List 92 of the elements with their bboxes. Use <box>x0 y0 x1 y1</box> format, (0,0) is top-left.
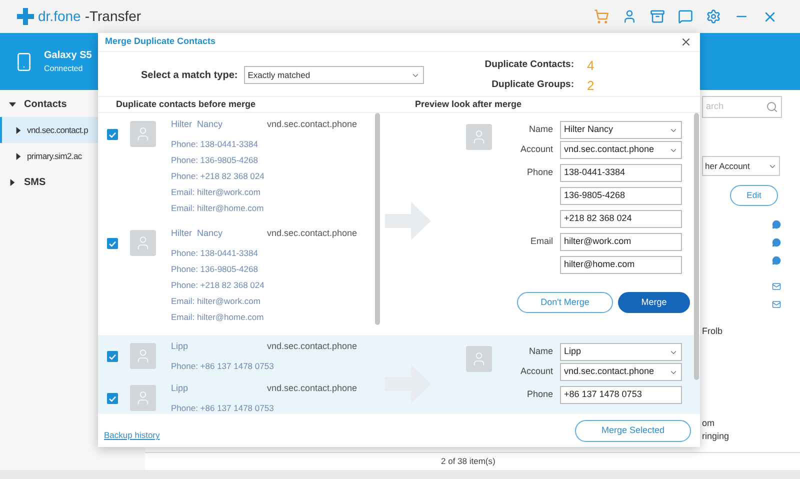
field-label: Phone <box>526 166 553 180</box>
person-icon <box>135 235 151 251</box>
mail-icon <box>772 282 781 291</box>
list-text: om <box>702 416 716 430</box>
contact-name: Lipp <box>171 382 190 396</box>
stat-value: 2 <box>586 76 596 95</box>
scrollbar-thumb[interactable] <box>694 113 699 380</box>
mail-icon <box>772 300 781 309</box>
search-icon <box>766 101 778 113</box>
contact-detail: Phone: 136-9805-4268 <box>171 154 259 167</box>
cart-icon[interactable] <box>594 9 609 24</box>
column-heading: Preview look after merge <box>415 98 522 111</box>
checkbox[interactable] <box>107 238 118 249</box>
user-icon[interactable] <box>622 9 637 24</box>
account-label: vnd.sec.contact.phone <box>267 382 358 396</box>
chat-icon[interactable] <box>678 9 693 24</box>
field-label: Name <box>528 345 553 358</box>
account-label: vnd.sec.contact.phone <box>267 340 358 354</box>
person-icon <box>471 351 487 367</box>
field-label: Phone <box>526 388 553 402</box>
contact-name: Lipp <box>171 340 190 354</box>
stat-value: 4 <box>586 56 596 75</box>
person-icon <box>135 348 151 364</box>
contact-name: Hilter Nancy <box>171 118 224 132</box>
column-heading: Duplicate contacts before merge <box>116 98 257 111</box>
match-type-select[interactable]: Exactly matched <box>244 66 424 84</box>
status-bar: 2 of 38 item(s) <box>145 452 800 470</box>
account-label: vnd.sec.contact.phone <box>267 227 358 240</box>
check-icon <box>109 240 116 246</box>
contact-detail: Phone: 136-9805-4268 <box>171 262 259 276</box>
list-text: ringing <box>702 430 730 443</box>
caret-icon[interactable] <box>15 126 22 134</box>
input-field[interactable]: 136-9805-4268 <box>560 187 682 205</box>
scrollbar-thumb[interactable] <box>375 113 380 325</box>
account-select[interactable]: her Account <box>702 156 780 176</box>
contact-detail: Phone: 138-0441-3384 <box>171 246 259 260</box>
caret-icon[interactable] <box>9 178 16 186</box>
field-label: Account <box>520 143 553 156</box>
field-label: Email <box>530 235 553 248</box>
dont-merge-button[interactable]: Don't Merge <box>517 292 613 313</box>
checkbox[interactable] <box>107 129 118 140</box>
list-text: Frolb <box>702 325 724 338</box>
field-label: Account <box>520 365 553 378</box>
stat-label: Duplicate Groups: <box>492 78 574 92</box>
caret-icon[interactable] <box>9 100 16 108</box>
app-title: -Transfer <box>84 7 142 26</box>
select-field[interactable]: vnd.sec.contact.phone <box>560 363 682 381</box>
sidebar-item[interactable]: SMS <box>0 169 145 195</box>
caret-icon[interactable] <box>15 152 22 160</box>
contact-detail: Phone: 138-0441-3384 <box>171 138 259 151</box>
person-icon <box>135 390 151 406</box>
backup-history-link[interactable]: Backup history <box>104 429 160 442</box>
checkbox[interactable] <box>107 393 118 404</box>
sidebar-item[interactable]: primary.sim2.ac <box>0 143 145 169</box>
person-icon <box>135 126 151 142</box>
contact-detail: Email: hilter@home.com <box>171 202 265 215</box>
contact-detail: Phone: +218 82 368 024 <box>171 170 266 183</box>
stat-label: Duplicate Contacts: <box>484 58 574 72</box>
select-field[interactable]: Lipp <box>560 343 682 361</box>
input-field[interactable]: 138-0441-3384 <box>560 164 682 182</box>
input-field[interactable]: hilter@work.com <box>560 233 682 251</box>
contact-detail: Email: hilter@work.com <box>171 186 262 199</box>
close-icon[interactable] <box>680 36 692 48</box>
checkbox[interactable] <box>107 351 118 362</box>
contact-detail: Phone: +86 137 1478 0753 <box>171 360 275 373</box>
field-label: Name <box>528 123 553 136</box>
select-field[interactable]: Hilter Nancy <box>560 121 682 139</box>
contact-name: Hilter Nancy <box>171 227 224 240</box>
merge-button[interactable]: Merge <box>618 292 690 313</box>
edit-button[interactable]: Edit <box>730 185 778 206</box>
input-field[interactable]: hilter@home.com <box>560 256 682 274</box>
person-icon <box>471 129 487 145</box>
account-label: vnd.sec.contact.phone <box>267 118 358 132</box>
input-field[interactable]: +218 82 368 024 <box>560 210 682 228</box>
device-name: Galaxy S5 <box>44 49 92 63</box>
plus-logo-icon <box>17 8 34 25</box>
select-field[interactable]: vnd.sec.contact.phone <box>560 141 682 159</box>
dialog-title: Merge Duplicate Contacts <box>105 35 216 48</box>
settings-icon[interactable] <box>706 9 721 24</box>
device-status: Connected <box>44 63 84 75</box>
contact-detail: Phone: +86 137 1478 0753 <box>171 402 275 414</box>
check-icon <box>109 396 116 402</box>
contact-detail: Email: hilter@home.com <box>171 310 265 324</box>
contact-detail: Phone: +218 82 368 024 <box>171 278 266 292</box>
contact-detail: Email: hilter@work.com <box>171 294 262 308</box>
match-type-label: Select a match type: <box>141 68 238 82</box>
brand-name: dr.fone <box>38 7 81 26</box>
merge-selected-button[interactable]: Merge Selected <box>575 420 691 442</box>
check-icon <box>109 354 116 360</box>
input-field[interactable]: +86 137 1478 0753 <box>560 386 682 404</box>
box-icon[interactable] <box>650 9 665 24</box>
check-icon <box>109 132 116 138</box>
